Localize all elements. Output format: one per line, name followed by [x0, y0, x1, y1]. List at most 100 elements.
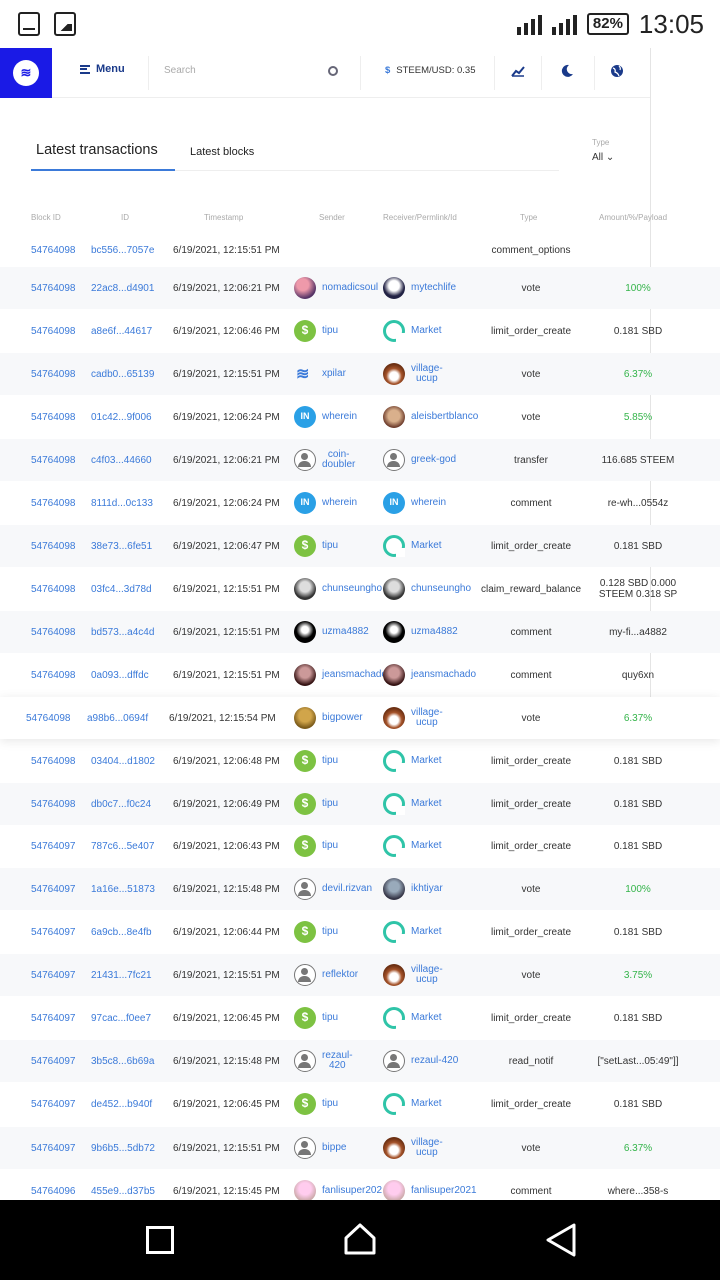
receiver-link[interactable]: Market: [383, 740, 493, 782]
receiver-link[interactable]: wherein: [383, 482, 493, 524]
table-row[interactable]: 54764098 8111d...0c133 6/19/2021, 12:06:24…: [0, 482, 720, 524]
sender-link[interactable]: tipu: [294, 783, 384, 825]
table-row[interactable]: 54764098 03fc4...3d78d 6/19/2021, 12:15:51…: [0, 568, 720, 610]
table-row[interactable]: 54764097 9b6b5...5db72 6/19/2021, 12:15:51…: [0, 1127, 720, 1169]
receiver-link[interactable]: village- ucup: [383, 954, 493, 996]
dark-mode-icon[interactable]: [558, 62, 576, 80]
tx-id-link[interactable]: 38e73...6fe51: [91, 525, 152, 567]
block-id-link[interactable]: 54764098: [31, 482, 76, 524]
table-row[interactable]: 54764098 db0c7...f0c24 6/19/2021, 12:06:49…: [0, 783, 720, 825]
tx-id-link[interactable]: cadb0...65139: [91, 353, 154, 395]
receiver-link[interactable]: uzma4882: [383, 611, 493, 653]
block-id-link[interactable]: 54764097: [31, 1127, 76, 1169]
table-row[interactable]: 54764097 6a9cb...8e4fb 6/19/2021, 12:06:44…: [0, 911, 720, 953]
search-input[interactable]: Search: [164, 65, 196, 76]
tx-id-link[interactable]: bd573...a4c4d: [91, 611, 154, 653]
block-id-link[interactable]: 54764097: [31, 954, 76, 996]
receiver-link[interactable]: jeansmachado: [383, 654, 493, 696]
block-id-link[interactable]: 54764097: [31, 997, 76, 1039]
home-button[interactable]: [343, 1222, 377, 1256]
receiver-link[interactable]: village- ucup: [383, 697, 493, 739]
receiver-link[interactable]: Market: [383, 825, 493, 867]
receiver-link[interactable]: Market: [383, 783, 493, 825]
menu-button[interactable]: Menu: [80, 63, 125, 75]
table-row[interactable]: 54764098 a8e6f...44617 6/19/2021, 12:06:46…: [0, 310, 720, 352]
block-id-link[interactable]: 54764098: [31, 267, 76, 309]
receiver-link[interactable]: Market: [383, 1083, 493, 1125]
receiver-link[interactable]: Market: [383, 911, 493, 953]
sender-link[interactable]: devil.rizvan: [294, 868, 384, 910]
steem-logo[interactable]: ≋: [0, 48, 52, 98]
sender-link[interactable]: tipu: [294, 825, 384, 867]
block-id-link[interactable]: 54764098: [31, 740, 76, 782]
tx-id-link[interactable]: a98b6...0694f: [87, 697, 148, 739]
sender-link[interactable]: rezaul- 420: [294, 1040, 384, 1082]
tx-id-link[interactable]: de452...b940f: [91, 1083, 152, 1125]
tx-id-link[interactable]: 01c42...9f006: [91, 396, 152, 438]
receiver-link[interactable]: mytechlife: [383, 267, 493, 309]
sender-link[interactable]: tipu: [294, 1083, 384, 1125]
recents-button[interactable]: [146, 1226, 174, 1254]
block-id-link[interactable]: 54764097: [31, 911, 76, 953]
receiver-link[interactable]: rezaul-420: [383, 1040, 493, 1082]
block-id-link[interactable]: 54764098: [31, 396, 76, 438]
receiver-link[interactable]: Market: [383, 997, 493, 1039]
tab-latest-blocks[interactable]: Latest blocks: [190, 146, 254, 158]
tx-id-link[interactable]: a8e6f...44617: [91, 310, 152, 352]
sender-link[interactable]: wherein: [294, 396, 384, 438]
tab-latest-transactions[interactable]: Latest transactions: [36, 142, 158, 158]
tx-id-link[interactable]: 9b6b5...5db72: [91, 1127, 155, 1169]
block-id-link[interactable]: 54764098: [31, 654, 76, 696]
globe-icon[interactable]: [608, 62, 626, 80]
tx-id-link[interactable]: 8111d...0c133: [91, 482, 153, 524]
chart-icon[interactable]: [509, 62, 527, 80]
tx-id-link[interactable]: bc556...7057e: [91, 229, 154, 271]
tx-id-link[interactable]: 97cac...f0ee7: [91, 997, 151, 1039]
sender-link[interactable]: uzma4882: [294, 611, 384, 653]
sender-link[interactable]: wherein: [294, 482, 384, 524]
tx-id-link[interactable]: 22ac8...d4901: [91, 267, 154, 309]
sender-link[interactable]: tipu: [294, 997, 384, 1039]
tx-id-link[interactable]: c4f03...44660: [91, 439, 152, 481]
table-row[interactable]: 54764097 de452...b940f 6/19/2021, 12:06:45…: [0, 1083, 720, 1125]
block-id-link[interactable]: 54764098: [31, 229, 76, 271]
sender-link[interactable]: coin- doubler: [294, 439, 384, 481]
table-row[interactable]: 54764098 a98b6...0694f 6/19/2021, 12:15:54…: [0, 697, 720, 739]
tx-id-link[interactable]: db0c7...f0c24: [91, 783, 151, 825]
receiver-link[interactable]: Market: [383, 525, 493, 567]
receiver-link[interactable]: village- ucup: [383, 353, 493, 395]
receiver-link[interactable]: ikhtiyar: [383, 868, 493, 910]
table-row[interactable]: 54764098 22ac8...d4901 6/19/2021, 12:06:21…: [0, 267, 720, 309]
sender-link[interactable]: chunseungho: [294, 568, 384, 610]
tx-id-link[interactable]: 3b5c8...6b69a: [91, 1040, 154, 1082]
block-id-link[interactable]: 54764097: [31, 1083, 76, 1125]
tx-id-link[interactable]: 03404...d1802: [91, 740, 155, 782]
table-row[interactable]: 54764098 0a093...dffdc 6/19/2021, 12:15:51…: [0, 654, 720, 696]
table-row[interactable]: 54764097 3b5c8...6b69a 6/19/2021, 12:15:48…: [0, 1040, 720, 1082]
table-row[interactable]: 54764098 c4f03...44660 6/19/2021, 12:06:21…: [0, 439, 720, 481]
sender-link[interactable]: xpilar: [294, 353, 384, 395]
receiver-link[interactable]: aleisbertblanco: [383, 396, 493, 438]
receiver-link[interactable]: greek-god: [383, 439, 493, 481]
table-row[interactable]: 54764097 21431...7fc21 6/19/2021, 12:15:51…: [0, 954, 720, 996]
sender-link[interactable]: tipu: [294, 525, 384, 567]
back-button[interactable]: [545, 1222, 577, 1258]
table-row[interactable]: 54764097 1a16e...51873 6/19/2021, 12:15:48…: [0, 868, 720, 910]
sender-link[interactable]: bippe: [294, 1127, 384, 1169]
block-id-link[interactable]: 54764097: [31, 825, 76, 867]
block-id-link[interactable]: 54764098: [26, 697, 71, 739]
table-row[interactable]: 54764098 01c42...9f006 6/19/2021, 12:06:24…: [0, 396, 720, 438]
receiver-link[interactable]: Market: [383, 310, 493, 352]
block-id-link[interactable]: 54764098: [31, 525, 76, 567]
block-id-link[interactable]: 54764098: [31, 568, 76, 610]
sender-link[interactable]: tipu: [294, 310, 384, 352]
sender-link[interactable]: bigpower: [294, 697, 384, 739]
table-row[interactable]: 54764098 cadb0...65139 6/19/2021, 12:15:51…: [0, 353, 720, 395]
block-id-link[interactable]: 54764098: [31, 783, 76, 825]
tx-id-link[interactable]: 21431...7fc21: [91, 954, 152, 996]
table-row[interactable]: 54764098 03404...d1802 6/19/2021, 12:06:48…: [0, 740, 720, 782]
receiver-link[interactable]: [383, 229, 493, 271]
sender-link[interactable]: reflektor: [294, 954, 384, 996]
sender-link[interactable]: [294, 229, 384, 271]
table-row[interactable]: 54764097 97cac...f0ee7 6/19/2021, 12:06:45…: [0, 997, 720, 1039]
